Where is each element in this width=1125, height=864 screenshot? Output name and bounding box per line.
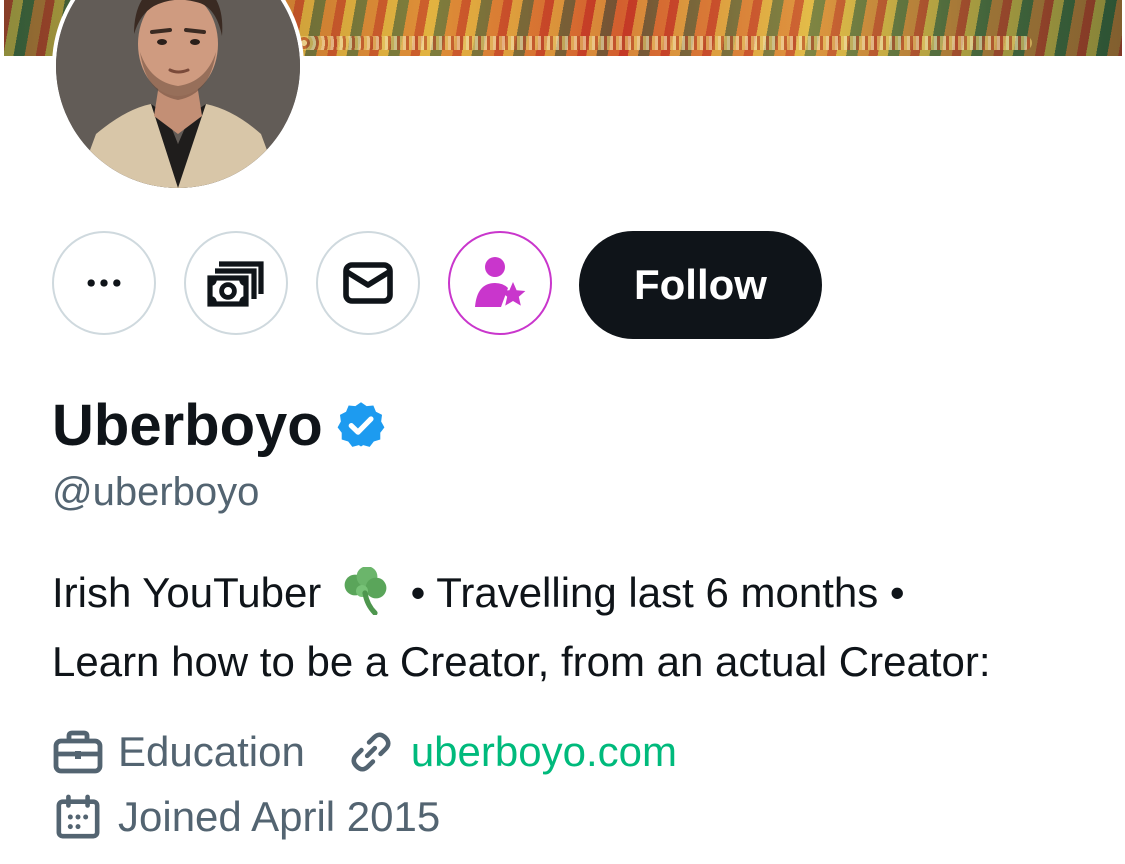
profile-meta-row: Education uberboyo.com bbox=[52, 726, 677, 778]
shamrock-icon bbox=[339, 566, 393, 631]
subscribe-button[interactable] bbox=[448, 231, 552, 335]
website-link[interactable]: uberboyo.com bbox=[411, 728, 677, 776]
more-horizontal-icon bbox=[87, 279, 121, 287]
profile-category: Education bbox=[118, 728, 305, 775]
tip-button[interactable] bbox=[184, 231, 288, 335]
display-name: Uberboyo bbox=[52, 392, 323, 458]
message-button[interactable] bbox=[316, 231, 420, 335]
bio: Irish YouTuber • Travelling last 6 month… bbox=[52, 562, 1112, 692]
bio-text-rest: • Travelling last 6 months • bbox=[410, 569, 905, 616]
joined-date: Joined April 2015 bbox=[118, 793, 441, 840]
profile-joined-row: Joined April 2015 bbox=[52, 791, 440, 843]
avatar-illustration bbox=[56, 0, 300, 188]
user-handle: @uberboyo bbox=[52, 470, 260, 514]
bio-text: Irish YouTuber bbox=[52, 569, 322, 616]
avatar-photo bbox=[56, 0, 300, 188]
link-icon bbox=[345, 726, 397, 778]
calendar-icon bbox=[52, 791, 104, 843]
briefcase-icon bbox=[52, 726, 104, 778]
verified-badge-icon[interactable] bbox=[335, 399, 387, 456]
display-name-row: Uberboyo bbox=[52, 392, 387, 458]
avatar[interactable] bbox=[52, 0, 304, 192]
follow-button[interactable]: Follow bbox=[579, 231, 822, 339]
envelope-icon bbox=[343, 262, 393, 304]
person-star-icon bbox=[475, 257, 526, 307]
bio-line-1: Irish YouTuber • Travelling last 6 month… bbox=[52, 562, 1112, 631]
verified-icon bbox=[337, 401, 385, 447]
more-button[interactable] bbox=[52, 231, 156, 335]
bio-line-2: Learn how to be a Creator, from an actua… bbox=[52, 638, 991, 685]
money-icon bbox=[207, 261, 264, 307]
